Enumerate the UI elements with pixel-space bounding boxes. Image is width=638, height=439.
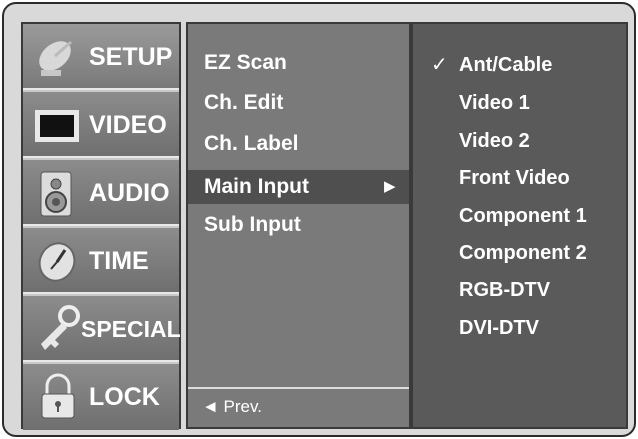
option-dvi-dtv[interactable]: DVI-DTV	[459, 311, 539, 345]
key-icon	[41, 305, 80, 350]
prev-button[interactable]: ◄ Prev.	[202, 397, 262, 417]
submenu-column: EZ Scan Ch. Edit Ch. Label Main Input Su…	[186, 22, 411, 429]
submenu-item-main-input[interactable]: Main Input	[204, 168, 309, 206]
category-label: LOCK	[89, 383, 160, 411]
option-rgb-dtv[interactable]: RGB-DTV	[459, 273, 550, 307]
option-video-1[interactable]: Video 1	[459, 86, 530, 120]
category-audio[interactable]: AUDIO	[23, 160, 179, 226]
submenu-divider	[188, 387, 409, 389]
category-label: SETUP	[89, 43, 173, 71]
category-label: AUDIO	[89, 179, 170, 207]
category-video[interactable]: VIDEO	[23, 92, 179, 158]
submenu-item-ch-label[interactable]: Ch. Label	[204, 125, 299, 163]
option-video-2[interactable]: Video 2	[459, 124, 530, 158]
option-ant-cable[interactable]: Ant/Cable	[459, 48, 552, 82]
option-front-video[interactable]: Front Video	[459, 161, 570, 195]
submenu-arrow-icon: ▶	[384, 178, 396, 195]
osd-menu-frame: SETUP VIDEO AUDIO TIME SPECIAL LOCK EZ S…	[2, 2, 636, 437]
option-component-2[interactable]: Component 2	[459, 236, 587, 270]
submenu-item-ez-scan[interactable]: EZ Scan	[204, 44, 287, 82]
category-label: TIME	[89, 247, 149, 275]
category-time[interactable]: TIME	[23, 228, 179, 294]
category-label: SPECIAL	[81, 316, 181, 342]
options-column: ✓ Ant/Cable Video 1 Video 2 Front Video …	[411, 22, 628, 429]
satellite-dish-icon	[39, 40, 72, 76]
submenu-item-sub-input[interactable]: Sub Input	[204, 206, 301, 244]
category-column: SETUP VIDEO AUDIO TIME SPECIAL LOCK	[21, 22, 181, 430]
checkmark-icon: ✓	[431, 54, 448, 76]
speaker-icon	[40, 171, 72, 217]
category-setup[interactable]: SETUP	[23, 24, 179, 90]
category-lock[interactable]: LOCK	[23, 364, 179, 430]
category-label: VIDEO	[89, 111, 167, 139]
clock-icon	[38, 242, 76, 282]
tv-screen-icon	[35, 110, 79, 142]
category-special[interactable]: SPECIAL	[23, 296, 181, 362]
padlock-icon	[41, 373, 75, 419]
option-component-1[interactable]: Component 1	[459, 199, 587, 233]
submenu-item-ch-edit[interactable]: Ch. Edit	[204, 84, 283, 122]
